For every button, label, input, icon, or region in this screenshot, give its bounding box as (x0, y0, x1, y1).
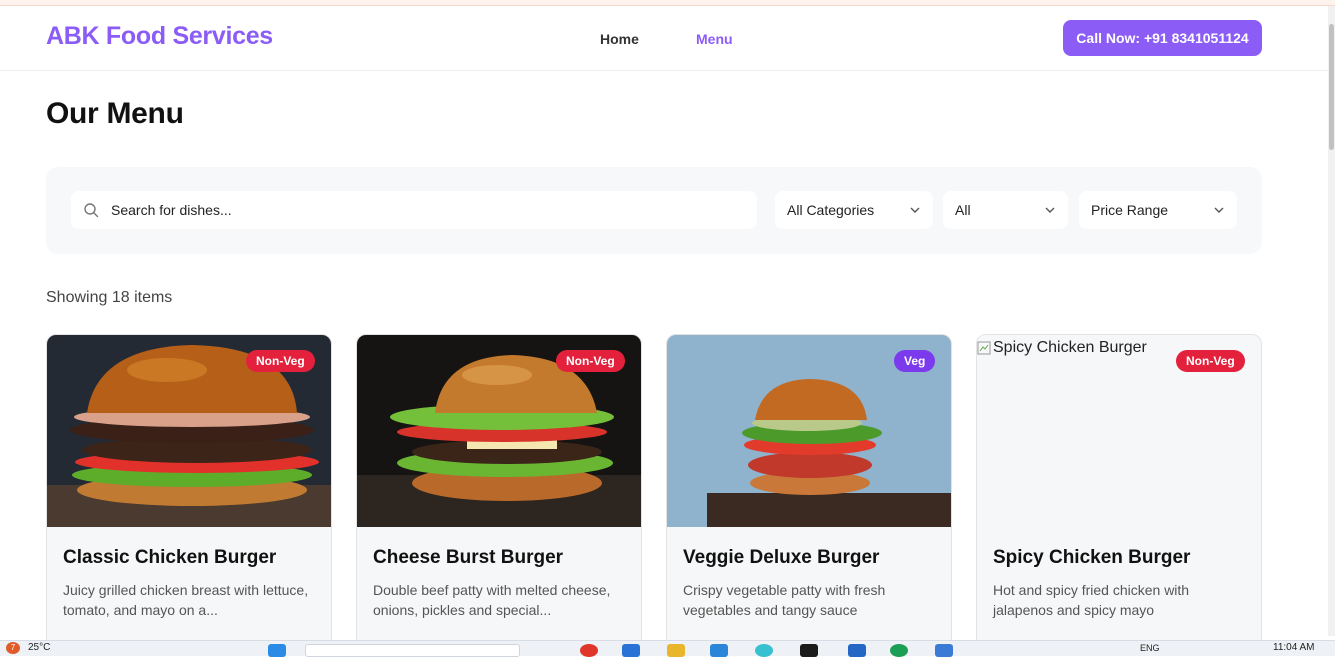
menu-card[interactable]: Spicy Chicken Burger Non-Veg Spicy Chick… (976, 334, 1262, 654)
card-description: Hot and spicy fried chicken with jalapen… (993, 582, 1190, 618)
folder-icon[interactable] (667, 644, 685, 657)
page-scrollbar[interactable] (1328, 6, 1335, 636)
app-icon[interactable] (890, 644, 908, 657)
chevron-down-icon (910, 207, 920, 213)
image-alt-text: Spicy Chicken Burger (977, 339, 1147, 357)
brand-logo[interactable]: ABK Food Services (46, 22, 273, 51)
clock[interactable]: 11:04 AM (1273, 642, 1315, 653)
os-taskbar: 7 25°C ENG 11:04 AM (0, 640, 1335, 657)
menu-card[interactable]: Non-Veg Cheese Burst Burger Double beef … (356, 334, 642, 654)
type-select-value: All (955, 202, 971, 218)
call-now-button[interactable]: Call Now: +91 8341051124 (1063, 20, 1262, 56)
filter-bar: All Categories All Price Range (46, 167, 1262, 254)
page-title: Our Menu (46, 97, 184, 130)
card-description: Double beef patty with melted cheese, on… (373, 582, 611, 618)
nav-home-link[interactable]: Home (600, 31, 639, 47)
category-select-value: All Categories (787, 202, 875, 218)
items-count: Showing 18 items (46, 289, 173, 306)
app-icon[interactable] (848, 644, 866, 657)
chevron-down-icon (1214, 207, 1224, 213)
app-icon[interactable] (755, 644, 773, 657)
broken-image-icon (977, 341, 991, 355)
type-select[interactable]: All (943, 191, 1068, 229)
card-title[interactable]: Veggie Deluxe Burger (683, 547, 879, 569)
veg-badge: Veg (894, 350, 936, 372)
nav-menu-link[interactable]: Menu (696, 31, 733, 47)
app-icon[interactable] (935, 644, 953, 657)
card-description: Crispy vegetable patty with fresh vegeta… (683, 582, 886, 618)
browser-icon[interactable] (580, 644, 598, 657)
card-title[interactable]: Cheese Burst Burger (373, 547, 563, 569)
non-veg-badge: Non-Veg (246, 350, 315, 372)
price-range-select[interactable]: Price Range (1079, 191, 1237, 229)
search-icon (84, 203, 99, 218)
app-icon[interactable] (622, 644, 640, 657)
weather-text[interactable]: 25°C (28, 642, 50, 653)
app-icon[interactable] (710, 644, 728, 657)
menu-card[interactable]: Veg Veggie Deluxe Burger Crispy vegetabl… (666, 334, 952, 654)
scrollbar-thumb[interactable] (1329, 24, 1334, 150)
navbar: ABK Food Services Home Menu Call Now: +9… (0, 6, 1328, 71)
image-alt-label: Spicy Chicken Burger (993, 339, 1147, 356)
card-description: Juicy grilled chicken breast with lettuc… (63, 582, 309, 618)
category-select[interactable]: All Categories (775, 191, 933, 229)
taskbar-search[interactable] (305, 644, 520, 657)
price-select-value: Price Range (1091, 202, 1169, 218)
non-veg-badge: Non-Veg (556, 350, 625, 372)
search-input[interactable] (111, 191, 741, 229)
language-indicator[interactable]: ENG (1140, 643, 1160, 653)
notification-badge[interactable]: 7 (6, 642, 20, 654)
chevron-down-icon (1045, 207, 1055, 213)
card-title[interactable]: Spicy Chicken Burger (993, 547, 1190, 569)
card-title[interactable]: Classic Chicken Burger (63, 547, 276, 569)
search-box[interactable] (71, 191, 757, 229)
start-icon[interactable] (268, 644, 286, 657)
menu-card[interactable]: Non-Veg Classic Chicken Burger Juicy gri… (46, 334, 332, 654)
non-veg-badge: Non-Veg (1176, 350, 1245, 372)
app-icon[interactable] (800, 644, 818, 657)
